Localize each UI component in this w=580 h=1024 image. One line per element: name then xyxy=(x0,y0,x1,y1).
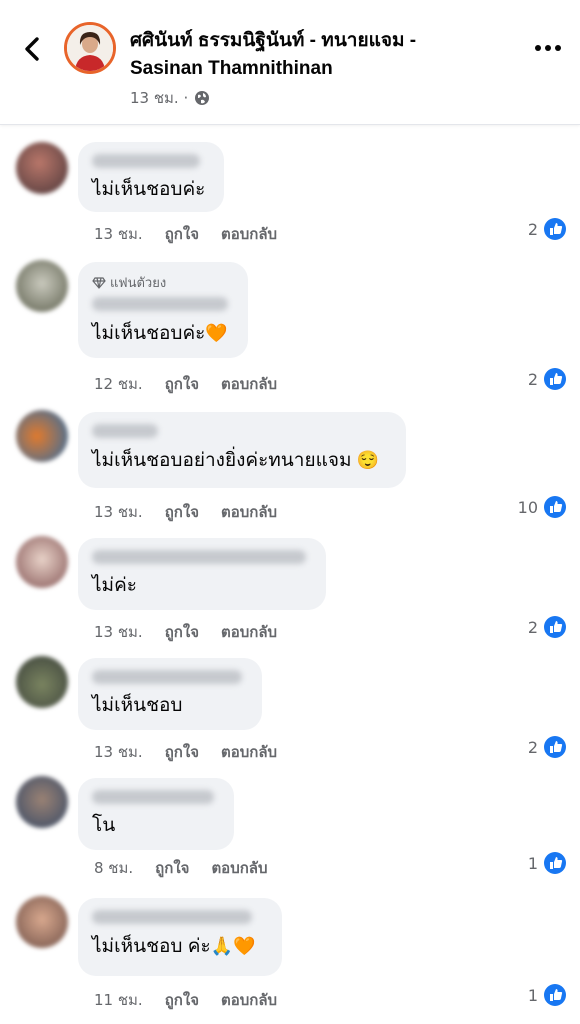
comment-bubble: ไม่เห็นชอบอย่างยิ่งค่ะทนายแจม 😌 xyxy=(78,412,406,488)
reply-link[interactable]: ตอบกลับ xyxy=(221,500,277,524)
post-time: 13 ชม. · xyxy=(130,89,189,107)
commenter-avatar[interactable] xyxy=(16,896,68,948)
top-fan-badge: แฟนตัวยง xyxy=(92,272,234,293)
like-count: 1 xyxy=(527,853,538,873)
reply-link[interactable]: ตอบกลับ xyxy=(221,620,277,644)
commenter-name-blurred[interactable] xyxy=(92,154,200,168)
comment-time: 13 ชม. xyxy=(94,503,143,521)
pray-heart-emoji: 🙏🧡 xyxy=(210,936,256,956)
more-options-button[interactable] xyxy=(530,36,566,60)
comment-text: โน xyxy=(92,815,116,836)
globe-icon xyxy=(195,91,210,105)
commenter-avatar[interactable] xyxy=(16,410,68,462)
like-count: 2 xyxy=(527,617,538,637)
comment-time: 11 ชม. xyxy=(94,991,143,1009)
comment-time: 13 ชม. xyxy=(94,743,143,761)
like-count: 1 xyxy=(527,985,538,1005)
commenter-avatar[interactable] xyxy=(16,656,68,708)
commenter-avatar[interactable] xyxy=(16,142,68,194)
post-header: ศศินันท์ ธรรมนิฐินันท์ - ทนายแจม - Sasin… xyxy=(0,0,580,125)
chevron-left-icon xyxy=(25,37,39,61)
comment-time: 13 ชม. xyxy=(94,225,143,243)
reaction-count[interactable]: 1 xyxy=(528,984,566,1006)
reaction-count[interactable]: 1 xyxy=(528,852,566,874)
comment-text-content: ไม่เห็นชอบ ค่ะ xyxy=(92,936,211,957)
thumbs-up-icon xyxy=(544,852,566,874)
reaction-count[interactable]: 10 xyxy=(518,496,566,518)
like-link[interactable]: ถูกใจ xyxy=(165,372,199,396)
commenter-name-blurred[interactable] xyxy=(92,424,158,438)
comment-actions: 13 ชม. ถูกใจ ตอบกลับ xyxy=(94,222,277,246)
commenter-name-blurred[interactable] xyxy=(92,550,306,564)
commenter-name-blurred[interactable] xyxy=(92,790,214,804)
thumbs-up-icon xyxy=(544,736,566,758)
comment-actions: 11 ชม. ถูกใจ ตอบกลับ xyxy=(94,988,277,1012)
diamond-icon xyxy=(92,276,106,289)
comment-bubble: ไม่ค่ะ xyxy=(78,538,326,610)
like-count: 2 xyxy=(527,219,538,239)
commenter-name-blurred[interactable] xyxy=(92,297,228,311)
reply-link[interactable]: ตอบกลับ xyxy=(221,372,277,396)
reply-link[interactable]: ตอบกลับ xyxy=(221,222,277,246)
like-link[interactable]: ถูกใจ xyxy=(165,740,199,764)
comment-text: ไม่ค่ะ xyxy=(92,575,137,596)
like-link[interactable]: ถูกใจ xyxy=(155,856,189,880)
reply-link[interactable]: ตอบกลับ xyxy=(211,856,267,880)
comment-text: ไม่เห็นชอบ ค่ะ🙏🧡 xyxy=(92,934,268,959)
comment-text-content: ไม่เห็นชอบอย่างยิ่งค่ะทนายแจม xyxy=(92,450,352,471)
commenter-name-blurred[interactable] xyxy=(92,670,242,684)
commenter-avatar[interactable] xyxy=(16,536,68,588)
commenter-name-blurred[interactable] xyxy=(92,910,252,924)
reply-link[interactable]: ตอบกลับ xyxy=(221,740,277,764)
post-meta: 13 ชม. · xyxy=(130,86,210,110)
page-avatar[interactable] xyxy=(64,22,116,74)
page-title[interactable]: ศศินันท์ ธรรมนิฐินันท์ - ทนายแจม - Sasin… xyxy=(130,27,490,83)
reaction-count[interactable]: 2 xyxy=(528,218,566,240)
commenter-avatar[interactable] xyxy=(16,776,68,828)
like-count: 2 xyxy=(527,737,538,757)
comment-actions: 13 ชม. ถูกใจ ตอบกลับ xyxy=(94,740,277,764)
comment-text: ไม่เห็นชอบค่ะ🧡 xyxy=(92,321,234,346)
thumbs-up-icon xyxy=(544,218,566,240)
relieved-face-emoji: 😌 xyxy=(356,450,380,470)
profile-photo-icon xyxy=(67,25,113,71)
like-link[interactable]: ถูกใจ xyxy=(165,500,199,524)
comment-time: 8 ชม. xyxy=(94,859,134,877)
comment-actions: 13 ชม. ถูกใจ ตอบกลับ xyxy=(94,500,277,524)
like-count: 10 xyxy=(517,497,538,517)
comment-time: 12 ชม. xyxy=(94,375,143,393)
like-link[interactable]: ถูกใจ xyxy=(165,620,199,644)
like-count: 2 xyxy=(527,369,538,389)
reaction-count[interactable]: 2 xyxy=(528,368,566,390)
thumbs-up-icon xyxy=(544,496,566,518)
orange-heart-emoji: 🧡 xyxy=(205,323,228,343)
comment-bubble: ไม่เห็นชอบ ค่ะ🙏🧡 xyxy=(78,898,282,976)
commenter-avatar[interactable] xyxy=(16,260,68,312)
comment-text: ไม่เห็นชอบค่ะ xyxy=(92,179,206,200)
thumbs-up-icon xyxy=(544,368,566,390)
reaction-count[interactable]: 2 xyxy=(528,736,566,758)
like-link[interactable]: ถูกใจ xyxy=(165,988,199,1012)
comment-text: ไม่เห็นชอบ xyxy=(92,695,183,716)
comment-time: 13 ชม. xyxy=(94,623,143,641)
comment-text-content: ไม่เห็นชอบค่ะ xyxy=(92,323,206,344)
comment-bubble: ไม่เห็นชอบ xyxy=(78,658,262,730)
comment-actions: 12 ชม. ถูกใจ ตอบกลับ xyxy=(94,372,277,396)
back-button[interactable] xyxy=(18,34,48,64)
comment-bubble: แฟนตัวยง ไม่เห็นชอบค่ะ🧡 xyxy=(78,262,248,358)
thumbs-up-icon xyxy=(544,616,566,638)
comment-actions: 8 ชม. ถูกใจ ตอบกลับ xyxy=(94,856,268,880)
reaction-count[interactable]: 2 xyxy=(528,616,566,638)
more-dots-icon xyxy=(535,45,561,51)
like-link[interactable]: ถูกใจ xyxy=(165,222,199,246)
comment-text: ไม่เห็นชอบอย่างยิ่งค่ะทนายแจม 😌 xyxy=(92,448,392,473)
thumbs-up-icon xyxy=(544,984,566,1006)
reply-link[interactable]: ตอบกลับ xyxy=(221,988,277,1012)
comment-actions: 13 ชม. ถูกใจ ตอบกลับ xyxy=(94,620,277,644)
top-fan-label: แฟนตัวยง xyxy=(110,276,167,291)
comment-bubble: โน xyxy=(78,778,234,850)
comment-bubble: ไม่เห็นชอบค่ะ xyxy=(78,142,224,212)
